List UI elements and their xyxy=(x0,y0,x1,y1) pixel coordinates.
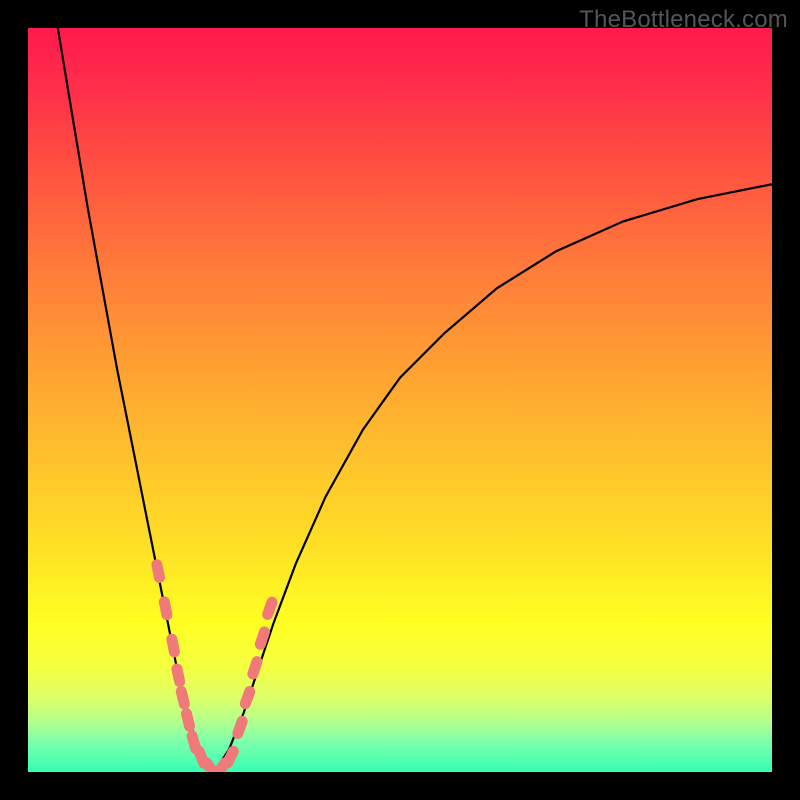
chart-svg xyxy=(28,28,772,772)
benchmark-marker xyxy=(175,685,191,711)
benchmark-marker xyxy=(246,655,264,681)
benchmark-marker xyxy=(180,707,196,733)
plot-area xyxy=(28,28,772,772)
curve-layer xyxy=(58,28,772,772)
marker-layer xyxy=(150,558,279,772)
curve-left-branch xyxy=(58,28,214,772)
benchmark-marker xyxy=(158,595,173,621)
benchmark-marker xyxy=(231,714,250,740)
watermark-text: TheBottleneck.com xyxy=(579,6,788,34)
curve-right-branch xyxy=(214,184,772,772)
benchmark-marker xyxy=(150,558,165,584)
benchmark-marker xyxy=(238,684,257,710)
benchmark-marker xyxy=(170,662,186,688)
benchmark-marker xyxy=(165,633,180,659)
chart-frame: TheBottleneck.com xyxy=(0,0,800,800)
